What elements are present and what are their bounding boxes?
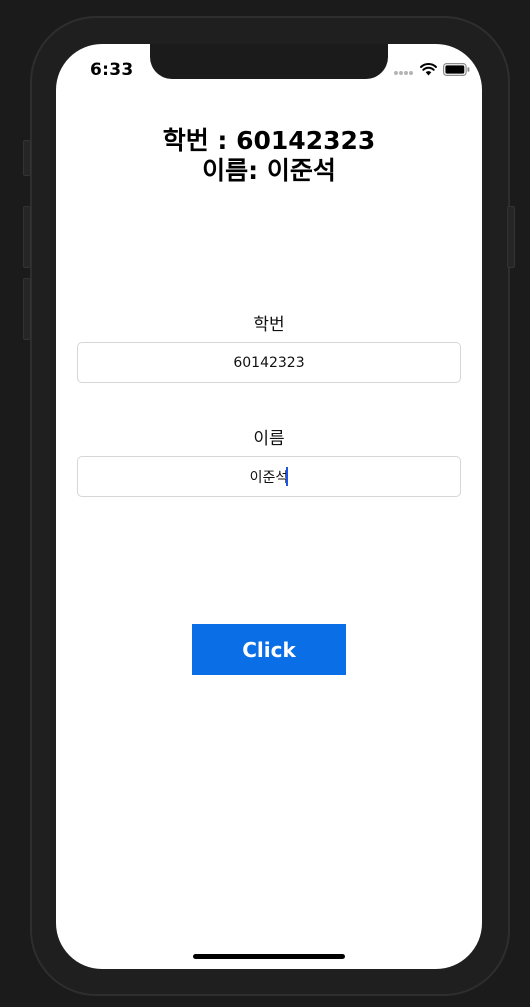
header-name: 이름: 이준석 [202,156,336,185]
student-id-label: 학번 [253,315,285,335]
click-button[interactable]: Click [192,624,346,675]
student-id-input[interactable] [77,342,461,383]
name-field[interactable] [77,456,461,497]
name-label: 이름 [253,429,285,449]
text-caret [286,467,288,486]
silent-switch [23,140,31,176]
power-button [507,206,515,268]
signal-dots-icon [394,61,414,80]
status-time: 6:33 [90,60,134,80]
wifi-icon [420,61,437,80]
battery-icon [443,61,470,80]
name-input[interactable] [77,456,461,497]
device-notch [150,44,388,79]
home-indicator[interactable] [193,954,345,959]
status-icons [394,62,470,78]
header-student-id: 학번 : 60142323 [162,126,376,155]
volume-down-button [23,278,31,340]
volume-up-button [23,206,31,268]
